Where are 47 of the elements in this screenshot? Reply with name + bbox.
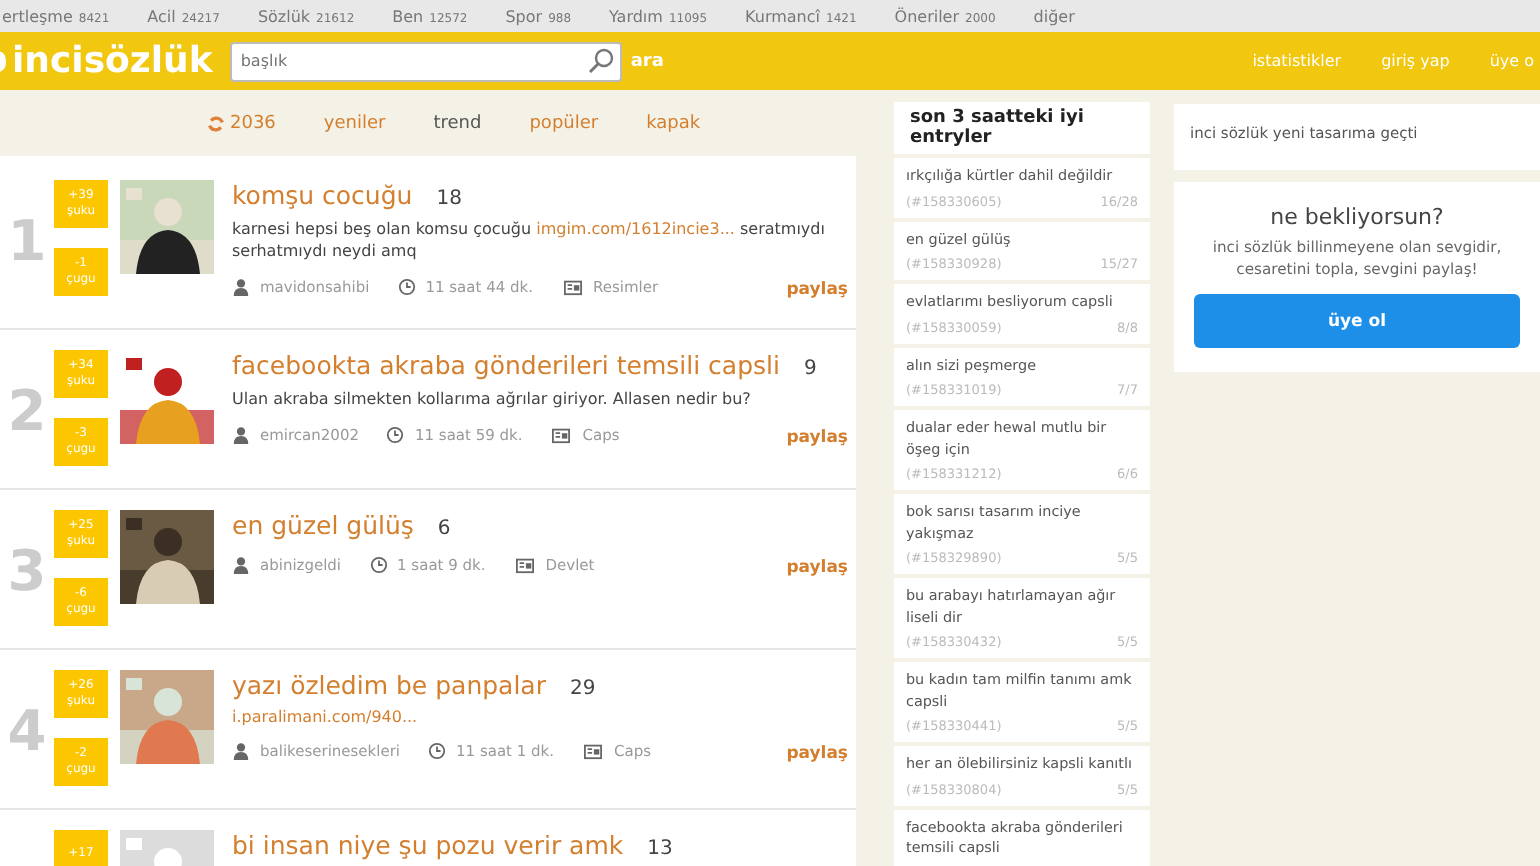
feed-tab[interactable]: trend <box>433 113 482 133</box>
share-link[interactable]: paylaş <box>786 744 848 764</box>
feed-tab[interactable]: kapak <box>646 113 701 133</box>
clock-icon <box>397 277 416 295</box>
feed-tab[interactable]: popüler <box>529 113 599 133</box>
user-icon <box>232 277 250 295</box>
search-icon[interactable] <box>588 47 615 73</box>
entry-count: 18 <box>436 188 462 210</box>
logo[interactable]: incisözlük <box>12 40 213 82</box>
entry-title[interactable]: facebookta akraba gönderileri temsili capsli <box>232 350 780 380</box>
entry-title[interactable]: yazı özledim be panpalar <box>232 670 546 700</box>
clock-icon <box>386 425 405 443</box>
clock-icon <box>428 741 447 759</box>
header-link[interactable]: üye o <box>1489 52 1534 70</box>
share-link[interactable]: paylaş <box>786 280 848 300</box>
entry-title[interactable]: en güzel gülüş <box>232 510 414 540</box>
entry-text: karnesi hepsi beş olan komsu çocuğu imgim.com/1612incie3... seratmıydı serhatmıydı neydi amq <box>232 218 827 262</box>
entry-title[interactable]: bi insan niye şu pozu verir amk <box>232 830 624 860</box>
user-icon <box>232 741 250 759</box>
entry-count: 29 <box>569 678 596 700</box>
share-link[interactable]: paylaş <box>786 428 848 448</box>
newspaper-icon <box>582 741 605 759</box>
newspaper-icon <box>550 425 573 443</box>
entry-count: 6 <box>437 518 451 540</box>
refresh-icon <box>208 115 224 131</box>
share-link[interactable]: paylaş <box>786 558 848 578</box>
search-field[interactable]: başlık <box>230 41 623 81</box>
user-icon <box>232 425 250 443</box>
user-icon <box>232 555 250 573</box>
clock-icon <box>369 555 388 573</box>
entry-link[interactable]: imgim.com/1612incie3... <box>536 220 735 238</box>
entry-text: Ulan akraba silmekten kollarıma ağrılar giriyor. Allasen nedir bu? <box>232 388 753 410</box>
refresh-tab[interactable]: 2036 <box>208 113 276 133</box>
entry-link[interactable]: i.paralimani.com/940... <box>232 708 848 726</box>
search-button[interactable]: ara <box>630 51 664 71</box>
newspaper-icon <box>513 555 536 573</box>
header-link[interactable]: istatistikler <box>1252 52 1342 70</box>
category-link[interactable]: diğer <box>1033 7 1075 25</box>
feed-tab[interactable]: yeniler <box>323 113 386 133</box>
entry-count: 13 <box>647 838 673 860</box>
signup-title: ne bekliyorsun? <box>1270 204 1444 230</box>
entry-title[interactable]: komşu cocuğu <box>232 180 413 210</box>
entry-count: 9 <box>803 358 817 380</box>
sidebar-title: son 3 saatteki iyi entryler <box>894 102 1150 154</box>
signup-button[interactable]: üye ol <box>1194 294 1520 348</box>
header-link[interactable]: giriş yap <box>1381 52 1450 70</box>
newspaper-icon <box>561 277 583 295</box>
